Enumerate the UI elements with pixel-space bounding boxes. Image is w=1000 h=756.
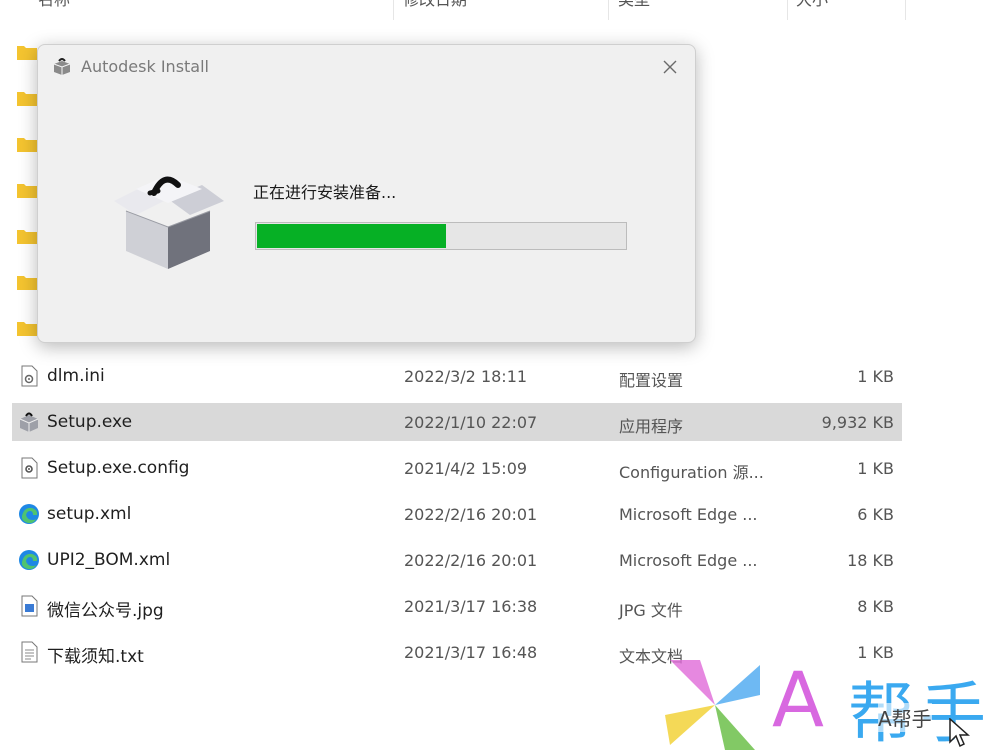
folder-icon[interactable] bbox=[17, 90, 37, 106]
file-type: 应用程序 bbox=[619, 417, 684, 436]
file-row[interactable]: 微信公众号.jpg 2021/3/17 16:38 JPG 文件 8 KB bbox=[12, 587, 902, 625]
autodesk-install-dialog: Autodesk Install 正在进行安装准备... bbox=[37, 44, 696, 343]
watermark-letter: A bbox=[772, 655, 824, 744]
column-size[interactable]: 大小 bbox=[788, 0, 906, 20]
file-name: Setup.exe bbox=[47, 412, 133, 432]
file-date: 2021/4/2 15:09 bbox=[404, 459, 528, 478]
file-size: 1 KB bbox=[857, 459, 894, 478]
file-type: Configuration 源... bbox=[619, 463, 764, 482]
file-date: 2021/3/17 16:38 bbox=[404, 597, 538, 616]
file-size: 9,932 KB bbox=[821, 413, 894, 432]
dialog-titlebar[interactable]: Autodesk Install bbox=[38, 45, 695, 89]
column-type-label: 类型 bbox=[618, 0, 650, 9]
file-type: Microsoft Edge ... bbox=[619, 551, 758, 570]
column-type[interactable]: 类型 bbox=[610, 0, 788, 20]
file-date: 2022/2/16 20:01 bbox=[404, 505, 538, 524]
install-progress-bar bbox=[255, 222, 627, 250]
file-size: 1 KB bbox=[857, 367, 894, 386]
file-row[interactable]: setup.xml 2022/2/16 20:01 Microsoft Edge .… bbox=[12, 495, 902, 533]
text-file-icon bbox=[18, 641, 40, 663]
autodesk-app-icon bbox=[52, 57, 72, 77]
edge-icon bbox=[18, 549, 40, 571]
installer-box-icon bbox=[18, 411, 40, 433]
file-name: Setup.exe.config bbox=[47, 458, 190, 478]
file-date: 2022/2/16 20:01 bbox=[404, 551, 538, 570]
folder-icon[interactable] bbox=[17, 136, 37, 152]
file-date: 2022/3/2 18:11 bbox=[404, 367, 528, 386]
file-row[interactable]: Setup.exe.config 2021/4/2 15:09 Configurat… bbox=[12, 449, 902, 487]
close-icon bbox=[663, 60, 677, 74]
file-name: UPI2_BOM.xml bbox=[47, 550, 171, 570]
file-date: 2021/3/17 16:48 bbox=[404, 643, 538, 662]
file-row[interactable]: Setup.exe 2022/1/10 22:07 应用程序 9,932 KB bbox=[12, 403, 902, 441]
file-size: 6 KB bbox=[857, 505, 894, 524]
file-type: Microsoft Edge ... bbox=[619, 505, 758, 524]
config-file-icon bbox=[18, 457, 40, 479]
file-name: 下载须知.txt bbox=[47, 647, 144, 667]
folder-icon[interactable] bbox=[17, 228, 37, 244]
file-size: 8 KB bbox=[857, 597, 894, 616]
dialog-title: Autodesk Install bbox=[81, 57, 209, 76]
file-size: 18 KB bbox=[847, 551, 894, 570]
watermark-pinwheel-icon bbox=[665, 660, 760, 750]
watermark-small-text: A帮手 bbox=[878, 703, 932, 732]
column-size-label: 大小 bbox=[796, 0, 828, 9]
column-name-label: 名称 bbox=[38, 0, 70, 9]
image-file-icon bbox=[18, 595, 40, 617]
folder-icon[interactable] bbox=[17, 44, 37, 60]
column-name[interactable]: 名称 bbox=[30, 0, 394, 20]
file-type: JPG 文件 bbox=[619, 601, 683, 620]
file-row[interactable]: UPI2_BOM.xml 2022/2/16 20:01 Microsoft Edg… bbox=[12, 541, 902, 579]
folder-icon[interactable] bbox=[17, 320, 37, 336]
column-header: 名称 修改日期 类型 大小 bbox=[0, 0, 1000, 20]
file-date: 2022/1/10 22:07 bbox=[404, 413, 538, 432]
file-name: dlm.ini bbox=[47, 366, 105, 386]
install-status-text: 正在进行安装准备... bbox=[253, 183, 397, 202]
folder-icon[interactable] bbox=[17, 274, 37, 290]
mouse-cursor-icon bbox=[949, 718, 970, 748]
file-type: 配置设置 bbox=[619, 371, 684, 390]
installer-box-icon bbox=[106, 163, 226, 273]
close-button[interactable] bbox=[655, 53, 685, 81]
column-date[interactable]: 修改日期 bbox=[395, 0, 609, 20]
file-name: setup.xml bbox=[47, 504, 132, 524]
edge-icon bbox=[18, 503, 40, 525]
ini-file-icon bbox=[18, 365, 40, 387]
column-date-label: 修改日期 bbox=[403, 0, 467, 9]
file-name: 微信公众号.jpg bbox=[47, 601, 164, 621]
folder-icon[interactable] bbox=[17, 182, 37, 198]
file-row[interactable]: dlm.ini 2022/3/2 18:11 配置设置 1 KB bbox=[12, 357, 902, 395]
progress-fill bbox=[257, 224, 446, 248]
